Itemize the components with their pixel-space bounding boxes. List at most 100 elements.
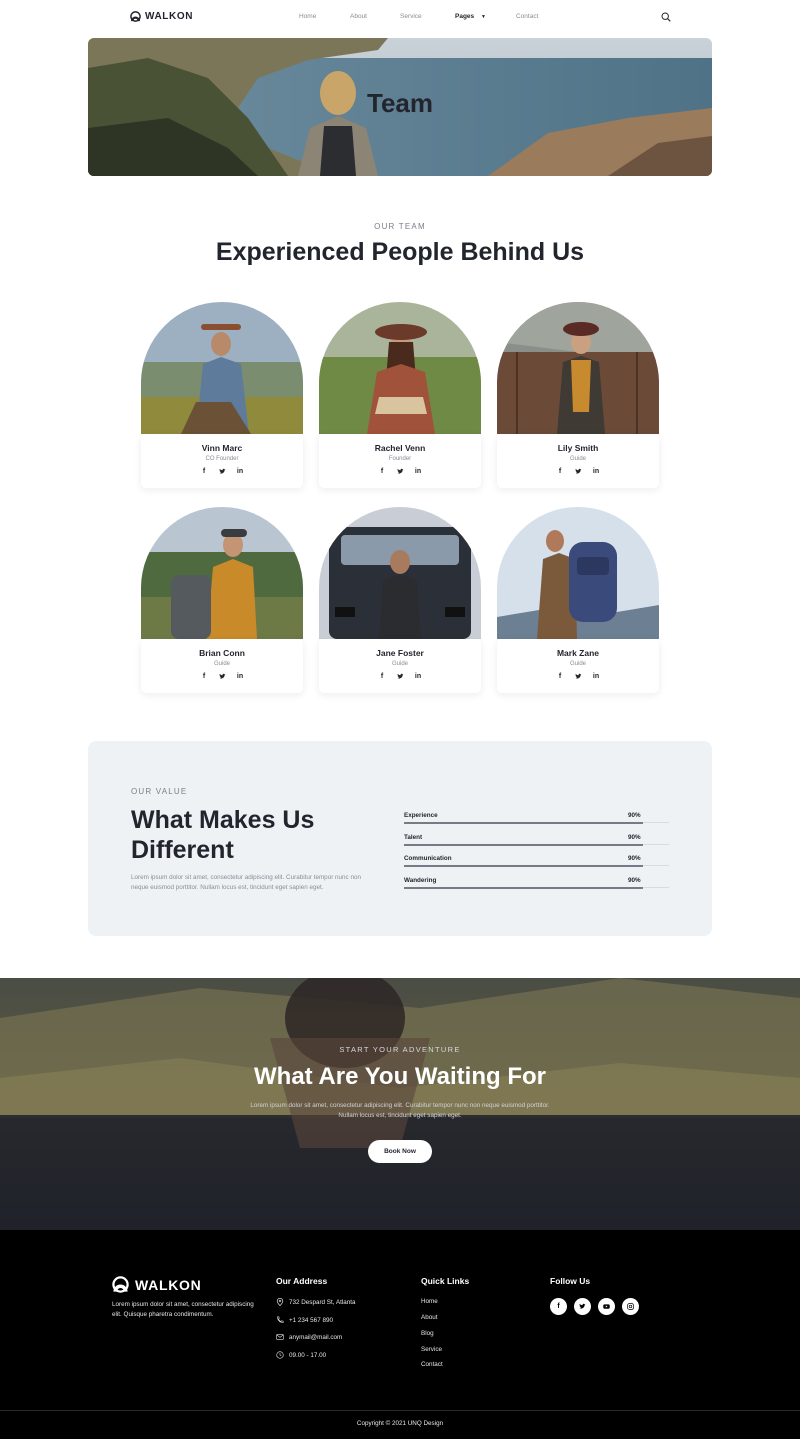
twitter-icon[interactable] bbox=[574, 468, 582, 475]
value-description: Lorem ipsum dolor sit amet, consectetur … bbox=[131, 874, 361, 891]
member-name: Lily Smith bbox=[557, 443, 599, 453]
member-photo bbox=[497, 302, 659, 434]
footer-link-service[interactable]: Service bbox=[421, 1346, 442, 1353]
twitter-icon[interactable] bbox=[218, 468, 226, 475]
nav-item-about[interactable]: About bbox=[350, 13, 367, 20]
skill-fill bbox=[404, 887, 643, 889]
member-role: CO Founder bbox=[205, 456, 239, 462]
skill-bar: Wandering 90% bbox=[404, 877, 669, 891]
location-pin-icon bbox=[276, 1298, 284, 1306]
member-socials: f in bbox=[319, 468, 481, 475]
footer-logo[interactable]: WALKON bbox=[112, 1276, 201, 1293]
member-socials: f in bbox=[497, 468, 659, 475]
linkedin-icon[interactable]: in bbox=[237, 468, 244, 475]
member-socials: f in bbox=[497, 673, 659, 680]
footer-link-home[interactable]: Home bbox=[421, 1298, 438, 1305]
linkedin-icon[interactable]: in bbox=[237, 673, 244, 680]
logo-mark-icon bbox=[130, 11, 141, 22]
member-role: Guide bbox=[213, 661, 230, 667]
skill-fill bbox=[404, 865, 643, 867]
skill-percent: 90% bbox=[628, 834, 641, 841]
email-item: anymail@mail.com bbox=[276, 1333, 342, 1341]
linkedin-icon[interactable]: in bbox=[415, 673, 422, 680]
facebook-icon[interactable]: f bbox=[201, 673, 208, 680]
member-photo bbox=[141, 507, 303, 639]
linkedin-icon[interactable]: in bbox=[593, 468, 600, 475]
footer-divider bbox=[0, 1410, 800, 1411]
facebook-icon[interactable]: f bbox=[557, 673, 564, 680]
nav-item-pages-label: Pages bbox=[455, 13, 475, 20]
instagram-icon[interactable] bbox=[622, 1298, 639, 1315]
skill-label: Wandering bbox=[404, 877, 437, 884]
member-role: Guide bbox=[569, 661, 586, 667]
value-title-line2: Different bbox=[131, 836, 234, 864]
footer bbox=[0, 1230, 800, 1439]
member-name: Jane Foster bbox=[376, 648, 424, 658]
skill-track bbox=[404, 865, 669, 867]
facebook-icon[interactable]: f bbox=[379, 673, 386, 680]
team-title: Experienced People Behind Us bbox=[215, 238, 585, 266]
member-role: Guide bbox=[391, 661, 408, 667]
skill-track bbox=[404, 844, 669, 846]
member-info: Lily Smith Guide f in bbox=[497, 434, 659, 488]
cta-description: Lorem ipsum dolor sit amet, consectetur … bbox=[250, 1102, 550, 1119]
skill-percent: 90% bbox=[628, 855, 641, 862]
member-name: Mark Zane bbox=[556, 648, 600, 658]
skill-bar: Communication 90% bbox=[404, 855, 669, 869]
member-name: Rachel Venn bbox=[374, 443, 426, 453]
member-socials: f in bbox=[141, 673, 303, 680]
member-role: Founder bbox=[388, 456, 412, 462]
skill-label: Experience bbox=[404, 812, 438, 819]
footer-brand-name: WALKON bbox=[135, 1276, 202, 1293]
phone-icon bbox=[277, 1316, 284, 1323]
twitter-icon[interactable] bbox=[396, 468, 404, 475]
facebook-icon[interactable]: f bbox=[557, 468, 564, 475]
youtube-icon[interactable] bbox=[598, 1298, 615, 1315]
linkedin-icon[interactable]: in bbox=[593, 673, 600, 680]
brand-logo[interactable]: WALKON bbox=[130, 11, 193, 22]
value-title-line1: What Makes Us bbox=[131, 806, 315, 834]
search-icon[interactable] bbox=[661, 12, 671, 22]
facebook-icon[interactable]: f bbox=[550, 1298, 567, 1315]
team-card: Rachel Venn Founder f in bbox=[319, 302, 481, 488]
nav-item-home[interactable]: Home bbox=[299, 13, 316, 20]
team-card: Lily Smith Guide f in bbox=[497, 302, 659, 488]
twitter-icon[interactable] bbox=[574, 1298, 591, 1315]
follow-heading: Follow Us bbox=[550, 1276, 591, 1286]
facebook-icon[interactable]: f bbox=[379, 468, 386, 475]
member-photo bbox=[319, 507, 481, 639]
twitter-icon[interactable] bbox=[218, 673, 226, 680]
cta-title: What Are You Waiting For bbox=[254, 1063, 546, 1090]
phone-item: +1 234 567 890 bbox=[276, 1316, 333, 1324]
member-info: Brian Conn Guide f in bbox=[141, 639, 303, 693]
skill-percent: 90% bbox=[628, 812, 641, 819]
twitter-icon[interactable] bbox=[396, 673, 404, 680]
email-text[interactable]: anymail@mail.com bbox=[289, 1334, 342, 1341]
clock-icon bbox=[276, 1351, 284, 1359]
team-card: Jane Foster Guide f in bbox=[319, 507, 481, 693]
footer-link-about[interactable]: About bbox=[421, 1314, 437, 1321]
book-now-button[interactable]: Book Now bbox=[368, 1140, 432, 1163]
skill-percent: 90% bbox=[628, 877, 641, 884]
skill-fill bbox=[404, 822, 643, 824]
hero-banner: Team bbox=[88, 38, 712, 176]
skill-label: Communication bbox=[404, 855, 452, 862]
nav-item-service[interactable]: Service bbox=[400, 13, 422, 20]
footer-link-contact[interactable]: Contact bbox=[421, 1361, 443, 1368]
twitter-icon[interactable] bbox=[574, 673, 582, 680]
footer-link-blog[interactable]: Blog bbox=[421, 1330, 434, 1337]
hours-text: 09.00 - 17.00 bbox=[289, 1351, 327, 1359]
nav-item-pages[interactable]: Pages ▼ bbox=[455, 13, 486, 20]
phone-text[interactable]: +1 234 567 890 bbox=[289, 1317, 333, 1324]
nav-item-contact[interactable]: Contact bbox=[516, 13, 538, 20]
member-photo bbox=[497, 507, 659, 639]
member-info: Rachel Venn Founder f in bbox=[319, 434, 481, 488]
links-heading: Quick Links bbox=[421, 1276, 470, 1286]
skill-track bbox=[404, 822, 669, 824]
team-card: Vinn Marc CO Founder f in bbox=[141, 302, 303, 488]
facebook-icon[interactable]: f bbox=[201, 468, 208, 475]
address-text: 732 Despard St, Atlanta bbox=[289, 1298, 356, 1306]
member-photo bbox=[141, 302, 303, 434]
linkedin-icon[interactable]: in bbox=[415, 468, 422, 475]
member-info: Jane Foster Guide f in bbox=[319, 639, 481, 693]
